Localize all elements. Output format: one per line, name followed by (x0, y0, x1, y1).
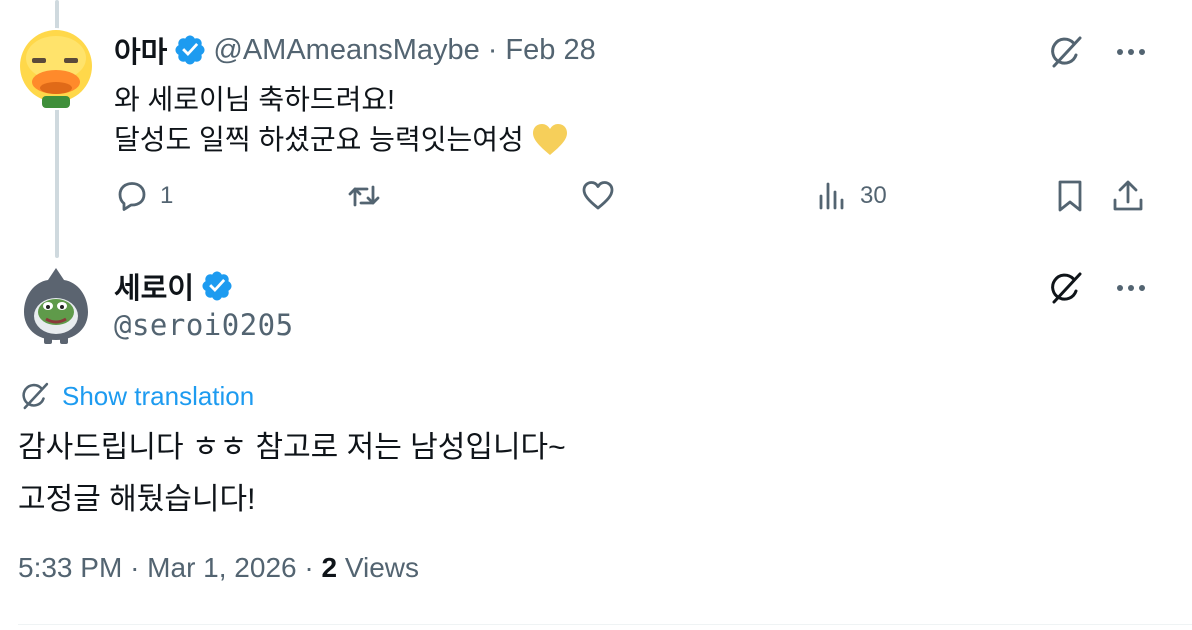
reply-icon (118, 182, 146, 211)
pepe-shark-avatar-icon (24, 268, 88, 344)
reply-text-line-2: 달성도 일찍 하셨군요 능력잇는여성 (114, 120, 814, 160)
tweet-meta: 5:33 PM · Mar 1, 2026 · 2 Views (18, 552, 419, 584)
retweet-icon (348, 185, 380, 207)
views-chart-icon (819, 182, 844, 210)
main-top-actions (1046, 268, 1148, 308)
meta-separator: · (130, 552, 140, 583)
main-header: 세로이 (114, 266, 240, 306)
reply-text-line-1: 와 세로이님 축하드려요! (114, 84, 395, 115)
views-count: 30 (860, 182, 887, 209)
more-options-icon[interactable] (1114, 271, 1148, 305)
reply-handle[interactable]: @AMAmeansMaybe (213, 34, 479, 67)
grok-icon[interactable] (1046, 268, 1086, 308)
main-text-line-1: 감사드립니다 ㅎㅎ 참고로 저는 남성입니다~ (18, 431, 566, 464)
reply-count: 1 (160, 182, 174, 209)
reply-display-name[interactable]: 아마 (114, 29, 167, 71)
share-icon (1113, 180, 1143, 211)
tweet-views-count: 2 (321, 552, 338, 583)
reply-header: 아마 @AMAmeansMaybe · Feb 28 (114, 30, 596, 70)
tweet-views-label: Views (344, 552, 420, 583)
verified-badge-icon (175, 35, 205, 65)
reply-top-actions (1046, 32, 1148, 72)
retweet-button[interactable] (346, 178, 392, 214)
main-body: 감사드립니다 ㅎㅎ 참고로 저는 남성입니다~ 고정글 해뒀습니다! (18, 422, 1118, 526)
main-text-line-2: 고정글 해뒀습니다! (18, 483, 256, 516)
views-button[interactable]: 30 (814, 178, 887, 214)
bookmark-button[interactable] (1052, 178, 1088, 214)
yellow-heart-icon (532, 124, 567, 155)
main-handle[interactable]: @seroi0205 (114, 308, 294, 342)
verified-badge-icon (202, 271, 232, 301)
reply-body: 와 세로이님 축하드려요! 달성도 일찍 하셨군요 능력잇는여성 (114, 80, 814, 160)
tweet-date[interactable]: Mar 1, 2026 (147, 552, 296, 583)
like-button[interactable] (580, 178, 626, 214)
duck-avatar-icon (20, 30, 92, 108)
grok-icon[interactable] (1046, 32, 1086, 72)
header-separator: · (487, 33, 498, 66)
translate-row: Show translation (18, 376, 254, 416)
tweet-time[interactable]: 5:33 PM (18, 552, 122, 583)
reply-action-bar: 1 30 (114, 178, 1154, 224)
heart-outline-icon (582, 181, 614, 210)
reply-avatar[interactable] (18, 28, 94, 110)
grok-translate-icon (22, 382, 49, 410)
bookmark-icon (1058, 180, 1082, 212)
reply-text-line-2-text: 달성도 일찍 하셨군요 능력잇는여성 (114, 124, 524, 155)
show-translation-link[interactable]: Show translation (62, 381, 254, 412)
main-avatar[interactable] (18, 264, 94, 346)
share-button[interactable] (1110, 178, 1146, 214)
tweet-thread-page: 아마 @AMAmeansMaybe · Feb 28 와 세로이님 축하드려요!… (0, 0, 1192, 630)
more-options-icon[interactable] (1114, 35, 1148, 69)
reply-date[interactable]: Feb 28 (505, 34, 595, 67)
reply-button[interactable]: 1 (114, 178, 173, 214)
meta-separator: · (304, 552, 314, 583)
main-display-name[interactable]: 세로이 (114, 265, 194, 307)
bottom-divider (18, 624, 1192, 625)
